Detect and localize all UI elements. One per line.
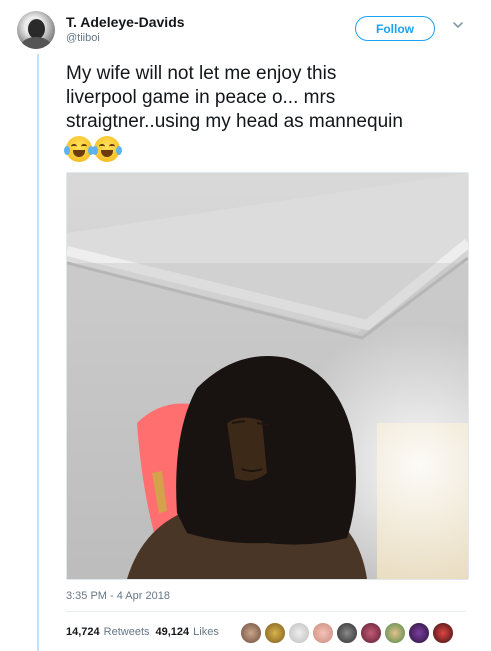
follow-button[interactable]: Follow [355,16,435,41]
author-name[interactable]: T. Adeleye-Davids [66,14,185,30]
tweet-text: My wife will not let me enjoy this liver… [66,62,476,134]
author-avatar[interactable] [17,11,55,49]
liker-avatar[interactable] [312,622,334,644]
avatar-face [28,19,45,39]
thread-line [37,54,39,651]
likes-count: 49,124 [155,626,190,638]
likes-label: Likes [193,626,219,638]
author-handle[interactable]: @tiiboi [66,32,100,44]
likes-stat[interactable]: 49,124 Likes [156,626,219,638]
liker-avatar[interactable] [384,622,406,644]
liker-avatar[interactable] [240,622,262,644]
retweets-label: Retweets [103,626,150,638]
tweet-line-3: straigtner..using my head as mannequin [66,111,403,132]
tears-of-joy-emoji-icon [64,136,94,162]
liker-avatar[interactable] [336,622,358,644]
tweet-timestamp[interactable]: 3:35 PM - 4 Apr 2018 [66,590,170,602]
liker-avatar[interactable] [360,622,382,644]
retweets-count: 14,724 [66,626,100,638]
tweet-photo[interactable] [66,172,469,580]
liker-avatar[interactable] [432,622,454,644]
avatar-body [21,37,51,49]
emoji-row [64,136,122,162]
retweets-stat[interactable]: 14,724 Retweets [66,626,150,638]
liker-avatar[interactable] [288,622,310,644]
liker-avatar[interactable] [408,622,430,644]
divider [66,611,466,612]
tweet-line-2: liverpool game in peace o... mrs [66,87,336,108]
chevron-down-icon[interactable] [452,19,464,31]
liker-avatar[interactable] [264,622,286,644]
tears-of-joy-emoji-icon [92,136,122,162]
tweet-line-1: My wife will not let me enjoy this [66,63,337,84]
tweet-stats: 14,724 Retweets 49,124 Likes [66,626,219,638]
photo-illustration [67,173,468,579]
liker-avatars [240,622,456,644]
